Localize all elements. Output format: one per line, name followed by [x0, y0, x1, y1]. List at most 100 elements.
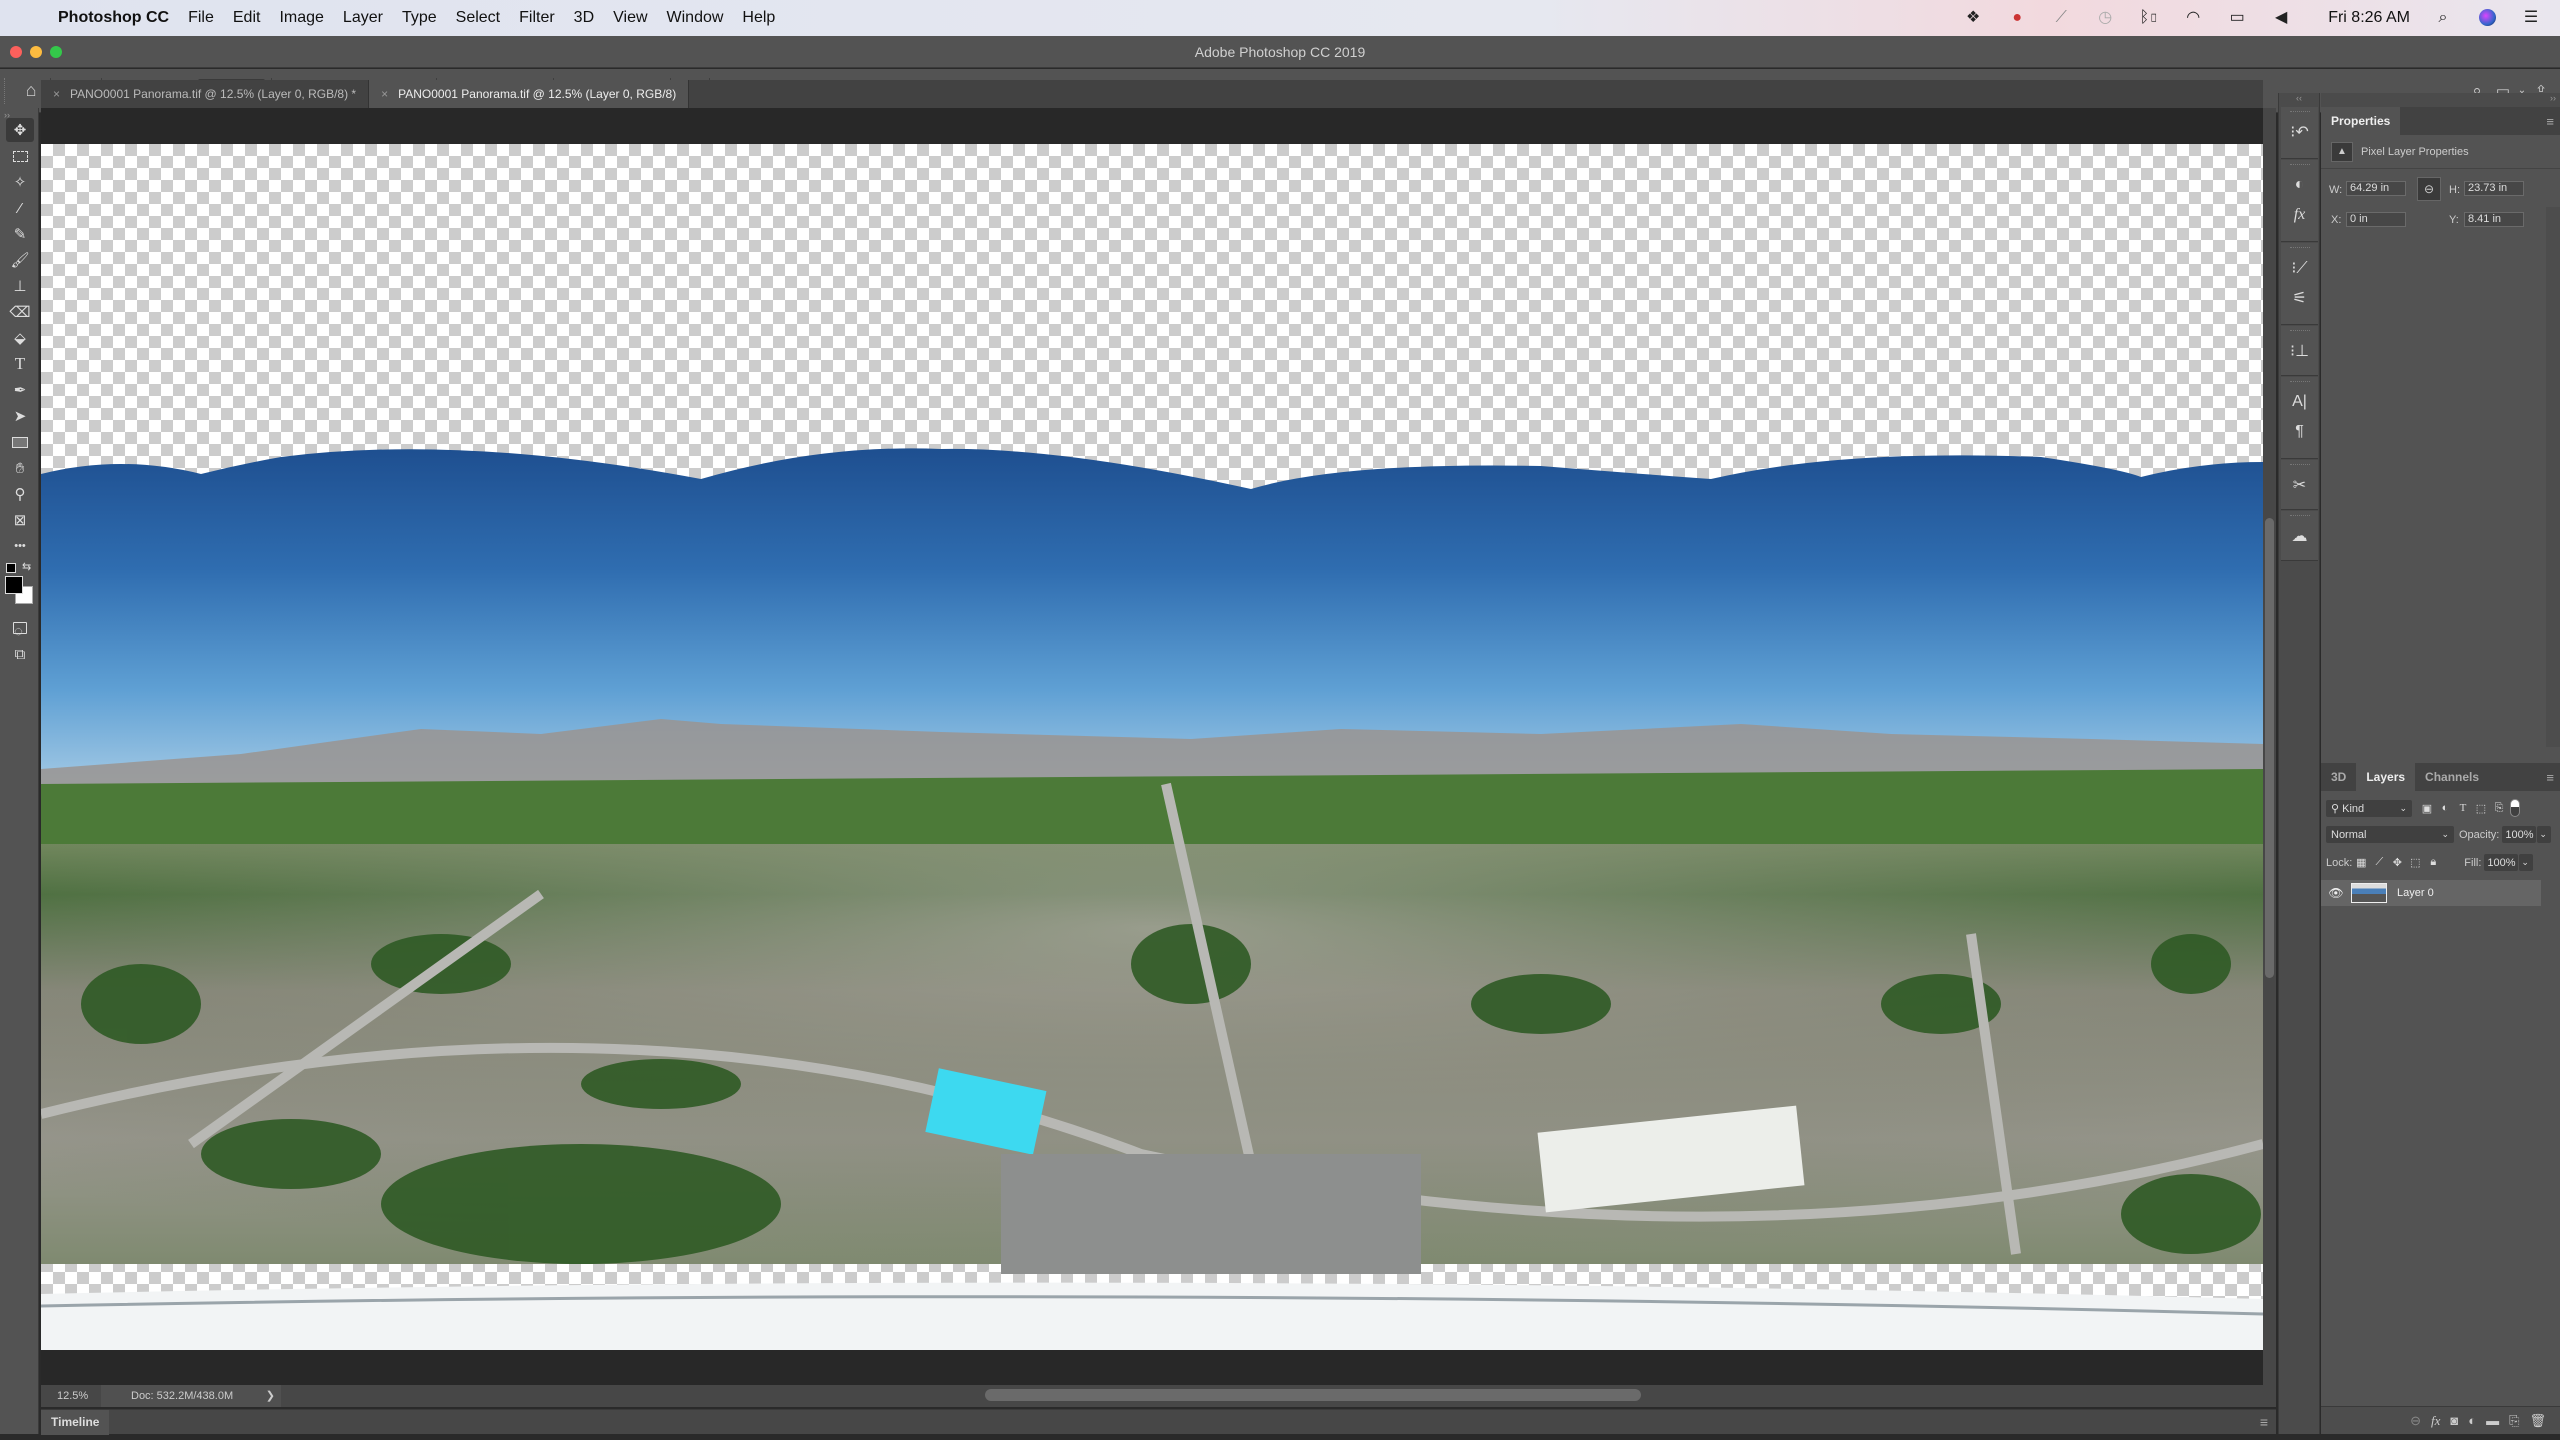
- layer-row[interactable]: 👁︎ Layer 0: [2321, 880, 2541, 906]
- magic-wand-tool[interactable]: ⁄: [6, 196, 34, 220]
- volume-icon[interactable]: ◀: [2270, 9, 2292, 27]
- path-selection-tool[interactable]: ➤: [6, 404, 34, 428]
- zoom-tool[interactable]: ⚲: [6, 482, 34, 506]
- delete-layer-icon[interactable]: 🗑︎: [2529, 1413, 2546, 1429]
- tab-3d[interactable]: 3D: [2321, 763, 2356, 791]
- new-adjustment-layer-icon[interactable]: ◐: [2468, 1413, 2476, 1428]
- vertical-scrollbar-thumb[interactable]: [2265, 518, 2274, 978]
- timeline-tab[interactable]: Timeline: [41, 1410, 110, 1435]
- type-tool[interactable]: T: [6, 352, 34, 376]
- minimize-window-button[interactable]: [30, 46, 42, 58]
- link-dimensions-icon[interactable]: ⊖: [2417, 177, 2441, 201]
- lock-artboard-icon[interactable]: ⬚: [2406, 856, 2424, 869]
- edit-toolbar-button[interactable]: •••: [6, 534, 34, 558]
- airplay-icon[interactable]: ▭: [2226, 9, 2248, 27]
- document-tab-active[interactable]: × PANO0001 Panorama.tif @ 12.5% (Layer 0…: [369, 80, 690, 108]
- options-bar-grip[interactable]: [4, 77, 10, 104]
- panel-menu-icon[interactable]: ≡: [2546, 770, 2554, 785]
- menu-app-name[interactable]: Photoshop CC: [58, 9, 169, 27]
- filter-toggle[interactable]: [2510, 799, 2520, 817]
- screen-mode-button[interactable]: ⧉: [6, 642, 34, 666]
- swap-colors-icon[interactable]: ⇆: [22, 560, 31, 573]
- opacity-slider-toggle[interactable]: ⌄: [2537, 826, 2552, 843]
- siri-icon[interactable]: [2476, 9, 2498, 27]
- menu-3d[interactable]: 3D: [574, 9, 594, 27]
- zoom-window-button[interactable]: [50, 46, 62, 58]
- wifi-icon[interactable]: ◠: [2182, 9, 2204, 27]
- eyedropper-tool[interactable]: ✎: [6, 222, 34, 246]
- time-machine-icon[interactable]: ◷: [2094, 9, 2116, 27]
- clone-stamp-tool[interactable]: ⊥: [6, 274, 34, 298]
- rectangle-tool[interactable]: [6, 430, 34, 454]
- adjustments-icon[interactable]: ◐: [2281, 170, 2318, 200]
- brush-settings-icon[interactable]: ⚟: [2281, 283, 2318, 313]
- collapse-panels-toggle[interactable]: ‹‹: [2279, 93, 2319, 107]
- new-layer-icon[interactable]: ⎘: [2509, 1413, 2519, 1429]
- menu-help[interactable]: Help: [742, 9, 775, 27]
- tab-layers[interactable]: Layers: [2356, 763, 2416, 791]
- default-colors-icon[interactable]: [6, 563, 16, 573]
- horizontal-scrollbar-thumb[interactable]: [985, 1389, 1641, 1401]
- height-input[interactable]: 23.73 in: [2464, 181, 2524, 196]
- close-window-button[interactable]: [10, 46, 22, 58]
- chevron-right-icon[interactable]: ❯: [266, 1385, 275, 1407]
- canvas-area[interactable]: [41, 108, 2263, 1385]
- layer-name[interactable]: Layer 0: [2397, 887, 2434, 899]
- document-info[interactable]: Doc: 532.2M/438.0M ❯: [101, 1385, 281, 1407]
- new-group-icon[interactable]: ▬: [2486, 1413, 2499, 1428]
- foreground-color-swatch[interactable]: [5, 576, 23, 594]
- layer-filter-dropdown[interactable]: ⚲ Kind ⌄: [2326, 799, 2412, 817]
- menu-file[interactable]: File: [188, 9, 214, 27]
- spotlight-search-icon[interactable]: ⌕: [2432, 9, 2454, 27]
- filter-pixel-icon[interactable]: ▣: [2418, 802, 2436, 815]
- expand-panels-toggle[interactable]: ››: [2321, 93, 2560, 107]
- lock-transparent-pixels-icon[interactable]: ▦: [2352, 856, 2370, 869]
- notification-center-icon[interactable]: ☰: [2520, 9, 2542, 27]
- quick-mask-button[interactable]: ◌: [6, 616, 34, 640]
- tool-presets-icon[interactable]: ✂: [2281, 470, 2318, 500]
- creative-cloud-alert-icon[interactable]: ●: [2006, 9, 2028, 27]
- lock-all-icon[interactable]: 🔒︎: [2424, 856, 2442, 869]
- menu-select[interactable]: Select: [456, 9, 500, 27]
- filter-type-icon[interactable]: T: [2454, 802, 2472, 814]
- x-input[interactable]: 0 in: [2346, 212, 2406, 227]
- link-layers-icon[interactable]: ⊖: [2410, 1413, 2421, 1429]
- vertical-scrollbar[interactable]: [2263, 108, 2276, 1385]
- close-tab-icon[interactable]: ×: [53, 87, 60, 101]
- tab-channels[interactable]: Channels: [2415, 763, 2489, 791]
- history-icon[interactable]: ⁝↶: [2281, 117, 2318, 147]
- tab-properties[interactable]: Properties: [2321, 107, 2401, 135]
- bluetooth-battery-icon[interactable]: ᛒ▯: [2138, 9, 2160, 27]
- add-layer-style-icon[interactable]: fx: [2431, 1413, 2440, 1429]
- menu-edit[interactable]: Edit: [233, 9, 261, 27]
- brush-presets-icon[interactable]: ⁝⟋: [2281, 253, 2318, 283]
- lock-position-icon[interactable]: ✥: [2388, 856, 2406, 869]
- character-icon[interactable]: A|: [2281, 387, 2318, 417]
- width-input[interactable]: 64.29 in: [2346, 181, 2406, 196]
- styles-fx-icon[interactable]: fx: [2281, 200, 2318, 230]
- brush-tool[interactable]: 🖌︎: [6, 248, 34, 272]
- menu-filter[interactable]: Filter: [519, 9, 555, 27]
- fill-slider-toggle[interactable]: ⌄: [2519, 854, 2534, 871]
- filter-shape-icon[interactable]: ⬚: [2472, 802, 2490, 815]
- filter-adjustment-icon[interactable]: ◐: [2436, 802, 2454, 814]
- visibility-eye-icon[interactable]: 👁︎: [2321, 886, 2351, 900]
- menu-type[interactable]: Type: [402, 9, 437, 27]
- lasso-tool[interactable]: ✧: [6, 170, 34, 194]
- paragraph-icon[interactable]: ¶: [2281, 417, 2318, 447]
- fill-input[interactable]: 100%: [2484, 854, 2519, 871]
- rocket-icon[interactable]: ⟋: [2050, 9, 2072, 27]
- menu-window[interactable]: Window: [667, 9, 724, 27]
- dropbox-icon[interactable]: ❖: [1962, 9, 1984, 27]
- close-tab-icon[interactable]: ×: [381, 87, 388, 101]
- properties-scrollbar[interactable]: [2546, 207, 2560, 747]
- hand-tool[interactable]: ✋︎: [6, 456, 34, 480]
- panel-menu-icon[interactable]: ≡: [2260, 1414, 2268, 1430]
- filter-smart-object-icon[interactable]: ⎘: [2490, 802, 2508, 815]
- y-input[interactable]: 8.41 in: [2464, 212, 2524, 227]
- blend-mode-dropdown[interactable]: Normal ⌄: [2326, 826, 2454, 843]
- zoom-level-field[interactable]: 12.5%: [41, 1390, 101, 1402]
- document-tab[interactable]: × PANO0001 Panorama.tif @ 12.5% (Layer 0…: [41, 80, 370, 108]
- move-tool[interactable]: ✥: [6, 118, 34, 142]
- panorama-image[interactable]: [41, 144, 2263, 1350]
